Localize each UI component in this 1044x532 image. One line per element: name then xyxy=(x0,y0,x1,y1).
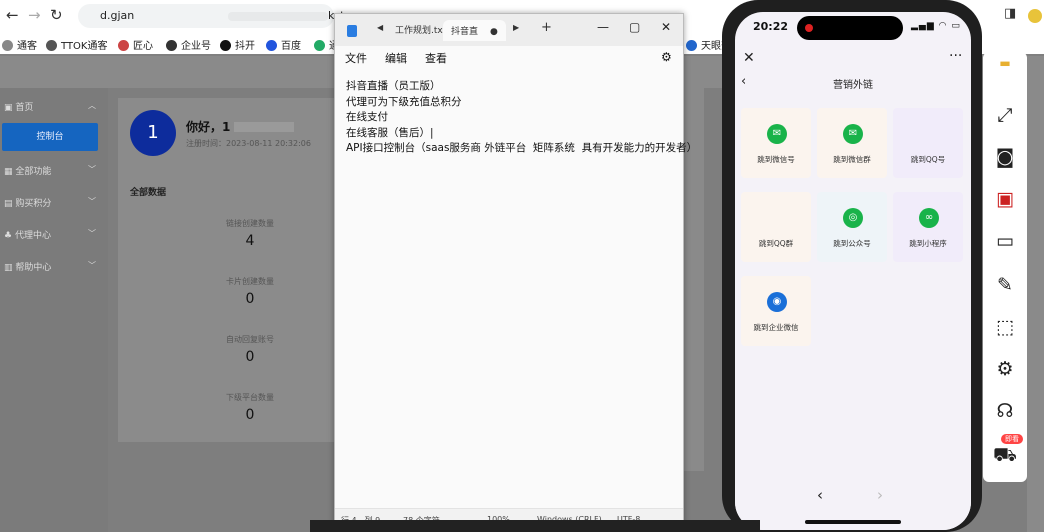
home-indicator xyxy=(805,520,901,524)
recording-dot-icon xyxy=(805,24,813,32)
screen-cast-icon[interactable]: ▭ xyxy=(983,230,1027,252)
right-background xyxy=(1027,56,1044,532)
bookmark-0[interactable]: 通客 xyxy=(2,37,37,52)
miniapp-header: ✕ ··· xyxy=(735,48,971,74)
grid-icon: ▦ xyxy=(4,167,16,177)
page-nav: ‹ 营销外链 xyxy=(735,74,971,94)
close-icon[interactable]: ✕ xyxy=(743,50,755,66)
menu-file[interactable]: 文件 xyxy=(345,50,367,66)
official-account-icon: ◎ xyxy=(843,208,863,228)
register-time: 注册时间：2023-08-11 20:32:06 xyxy=(186,139,311,148)
mirror-toolbar: ▬ ⤢ ◙ ▣ ▭ ✎ ⬚ ⚙ ☊ 即看 ⛟ xyxy=(983,52,1027,482)
dynamic-island xyxy=(797,16,903,40)
bookmark-2[interactable]: 匠心 xyxy=(118,37,153,52)
bookmark-4[interactable]: 抖开 xyxy=(220,37,255,52)
settings-icon[interactable]: ⚙ xyxy=(983,358,1027,380)
reload-icon[interactable]: ↻ xyxy=(50,6,63,24)
notepad-titlebar: ◀ 工作规划.txt 抖音直 ● ▶ + — ▢ ✕ xyxy=(335,14,683,46)
phone-bottom-bar: ‹ › xyxy=(735,482,971,530)
avatar: 1 xyxy=(130,110,176,156)
tool-badge: 即看 xyxy=(1001,434,1023,444)
url-text: d.gjan xyxy=(100,9,135,22)
notepad-icon xyxy=(347,25,357,37)
menu-edit[interactable]: 编辑 xyxy=(385,50,407,66)
phone-screen: 20:22 ▂▄▆ ◠ ▭ ✕ ··· ‹ 营销外链 ✉ 跳到微信号 ✉ 跳到微… xyxy=(735,12,971,530)
tab-close-dot-icon: ● xyxy=(490,27,498,37)
screenshot-icon[interactable]: ◙ xyxy=(983,146,1027,168)
tab-scroll-left-icon[interactable]: ◀ xyxy=(377,23,383,32)
notepad-window: ◀ 工作规划.txt 抖音直 ● ▶ + — ▢ ✕ 文件 编辑 查看 ⚙ 抖音直… xyxy=(334,13,697,532)
tab-active[interactable]: 抖音直 ● xyxy=(443,20,506,41)
stat-sub-platforms: 下级平台数量 0 xyxy=(226,393,274,423)
tab-scroll-right-icon[interactable]: ▶ xyxy=(513,23,519,32)
stat-links: 链接创建数量 4 xyxy=(226,219,274,249)
status-icons: ▂▄▆ ◠ ▭ xyxy=(911,21,961,31)
stat-auto-reply: 自动回复账号 0 xyxy=(226,335,274,365)
card-qq-group[interactable]: 跳到QQ群 xyxy=(741,192,811,262)
record-icon[interactable]: ▣ xyxy=(983,188,1027,210)
sidebar-item-features[interactable]: ▦ 全部功能 ﹀ xyxy=(4,164,102,177)
wechat-icon: ✉ xyxy=(843,124,863,144)
phone-clock: 20:22 xyxy=(753,20,789,33)
stat-cards: 卡片创建数量 0 xyxy=(226,277,274,307)
page-title: 营销外链 xyxy=(833,80,873,91)
maximize-icon[interactable]: ▢ xyxy=(629,20,640,34)
select-area-icon[interactable]: ⬚ xyxy=(983,316,1027,338)
fullscreen-icon[interactable]: ⤢ xyxy=(983,104,1027,126)
sidebar-toggle-icon[interactable]: ◨ xyxy=(1004,6,1016,21)
extension-icon[interactable] xyxy=(1028,9,1042,23)
forward-icon[interactable]: → xyxy=(28,6,41,24)
headset-icon[interactable]: ☊ xyxy=(983,400,1027,422)
card-qq-id[interactable]: 跳到QQ号 xyxy=(893,108,963,178)
sidebar-item-agent[interactable]: ♣ 代理中心 ﹀ xyxy=(4,228,102,241)
help-icon: ▥ xyxy=(4,263,16,273)
menu-view[interactable]: 查看 xyxy=(425,50,447,66)
cart-icon[interactable]: ⛟ xyxy=(983,444,1027,469)
greeting: 你好，1 xyxy=(186,118,295,135)
sidebar-item-home[interactable]: ▣ 首页 ︿ xyxy=(4,100,102,113)
site-sidebar xyxy=(0,88,108,532)
sidebar-item-points[interactable]: ▤ 购买积分 ﹀ xyxy=(4,196,102,209)
url-blur xyxy=(228,12,328,21)
more-icon[interactable]: ··· xyxy=(949,48,962,64)
close-icon[interactable]: ✕ xyxy=(661,20,671,34)
sidebar-item-help[interactable]: ▥ 帮助中心 ﹀ xyxy=(4,260,102,273)
card-mini-program[interactable]: ∞ 跳到小程序 xyxy=(893,192,963,262)
pin-icon[interactable]: ▬ xyxy=(983,56,1027,70)
settings-gear-icon[interactable]: ⚙ xyxy=(661,50,672,64)
notepad-menubar: 文件 编辑 查看 ⚙ xyxy=(335,46,683,70)
card-wecom[interactable]: ◉ 跳到企业微信 xyxy=(741,276,811,346)
bookmark-3[interactable]: 企业号 xyxy=(166,37,211,52)
cart-icon: ▤ xyxy=(4,199,16,209)
bookmark-5[interactable]: 百度 xyxy=(266,37,301,52)
wechat-icon: ✉ xyxy=(767,124,787,144)
tab-work-plan[interactable]: 工作规划.txt xyxy=(395,23,446,36)
address-bar[interactable]: d.gjan kzt xyxy=(78,4,344,28)
card-wechat-id[interactable]: ✉ 跳到微信号 xyxy=(741,108,811,178)
bookmark-1[interactable]: TTOK通客 xyxy=(46,37,107,52)
new-tab-icon[interactable]: + xyxy=(541,20,552,35)
nav-forward-icon[interactable]: › xyxy=(877,486,883,504)
agent-icon: ♣ xyxy=(4,231,15,241)
pen-icon[interactable]: ✎ xyxy=(983,274,1027,296)
minimize-icon[interactable]: — xyxy=(597,20,609,34)
control-panel-button[interactable]: 控制台 xyxy=(2,123,98,151)
card-official-account[interactable]: ◎ 跳到公众号 xyxy=(817,192,887,262)
home-icon: ▣ xyxy=(4,103,16,113)
mini-program-icon: ∞ xyxy=(919,208,939,228)
back-icon[interactable]: ← xyxy=(6,6,19,24)
nav-back-icon[interactable]: ‹ xyxy=(817,486,823,504)
wecom-icon: ◉ xyxy=(767,292,787,312)
all-data-heading: 全部数据 xyxy=(130,188,167,198)
card-wechat-group[interactable]: ✉ 跳到微信群 xyxy=(817,108,887,178)
video-subtitle-bar xyxy=(310,520,760,532)
notepad-editor[interactable]: 抖音直播（员工版） 代理可为下级充值总积分 在线支付 在线客服（售后）| API… xyxy=(346,79,697,157)
